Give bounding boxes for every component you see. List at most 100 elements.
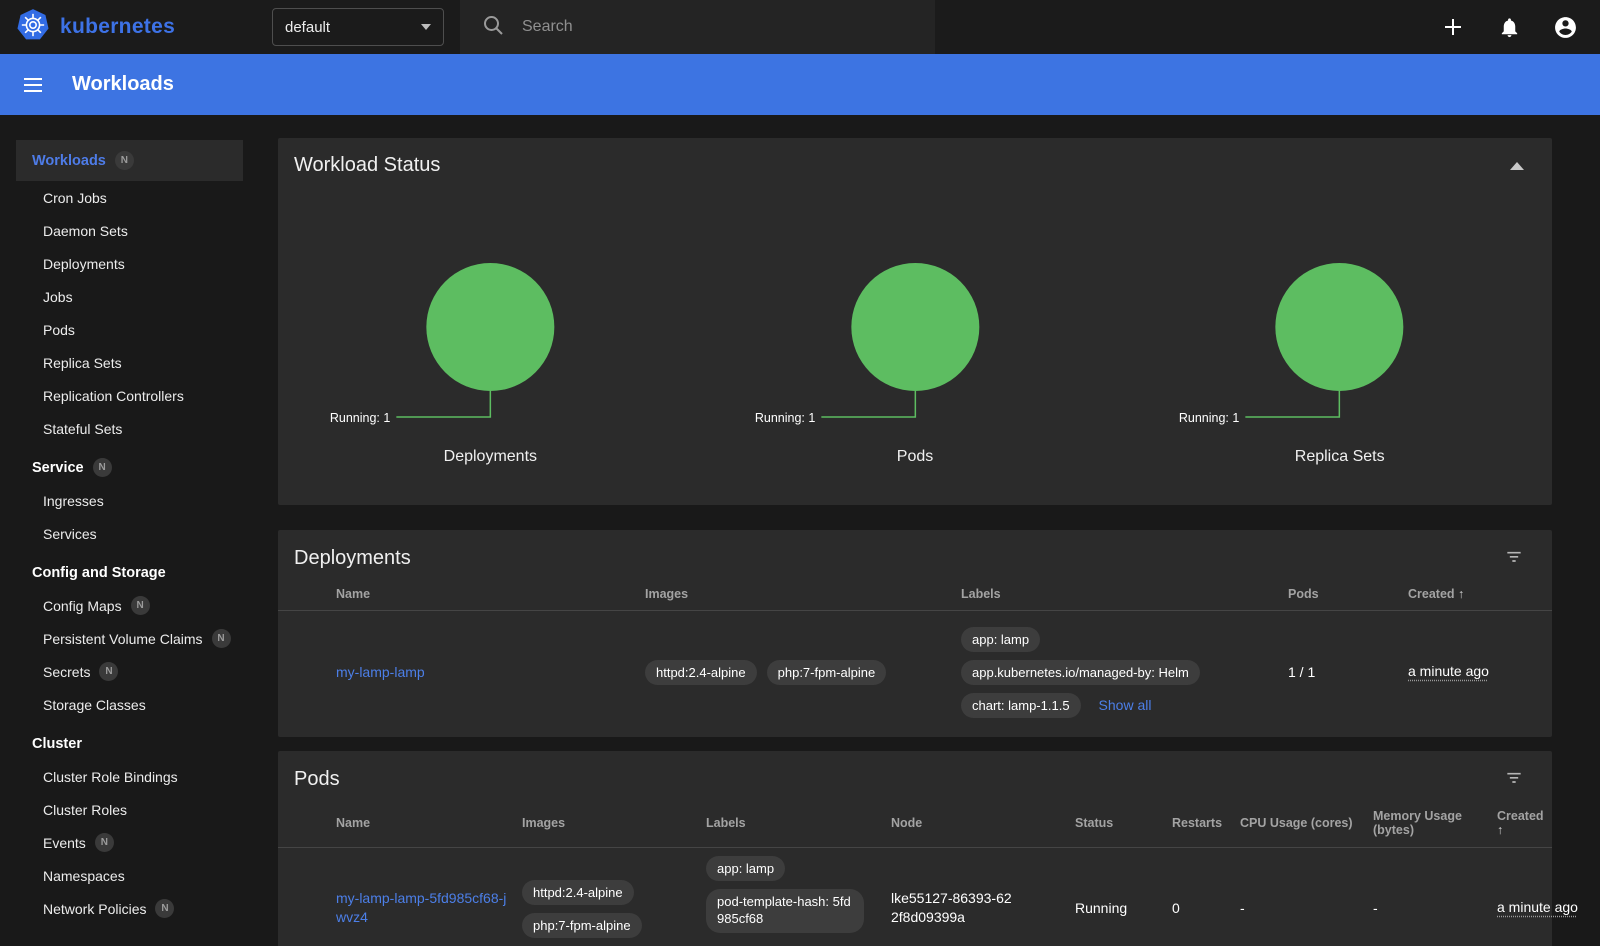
deployment-row: my-lamp-lamp httpd:2.4-alpine php:7-fpm-… (278, 611, 1552, 733)
chart-label: Replica Sets (1127, 448, 1552, 466)
filter-list-icon[interactable] (1504, 767, 1524, 792)
sidebar-item-storage-classes[interactable]: Storage Classes (0, 688, 260, 721)
col-labels: Labels (961, 587, 1288, 601)
label-chip: app.kubernetes.io/managed-by: Helm (961, 660, 1200, 685)
sidebar-nav: Workloads N Cron Jobs Daemon Sets Deploy… (0, 115, 260, 946)
page-title: Workloads (72, 73, 174, 96)
col-created-sort[interactable]: Created ↑ (1497, 809, 1554, 837)
sidebar-item-namespaces[interactable]: Namespaces (0, 859, 260, 892)
col-status: Status (1075, 816, 1172, 830)
col-name: Name (336, 816, 522, 830)
chart-annotation: Running: 1 (1179, 411, 1240, 425)
col-images: Images (645, 587, 961, 601)
col-labels: Labels (706, 816, 891, 830)
pod-row: my-lamp-lamp-5fd985cf68-jwvz4 httpd:2.4-… (278, 848, 1552, 946)
app-bar: Workloads (0, 54, 1600, 115)
search-bar[interactable] (460, 0, 935, 54)
notifications-bell-icon[interactable] (1496, 14, 1522, 40)
label-chip: chart: lamp-1.1.5 (961, 693, 1081, 718)
sidebar-item-service[interactable]: Service N (0, 451, 260, 484)
sidebar-item-cron-jobs[interactable]: Cron Jobs (0, 181, 260, 214)
pods-pie-chart: Running: 1 Pods (703, 187, 1128, 466)
sidebar-item-ingresses[interactable]: Ingresses (0, 484, 260, 517)
deployments-title: Deployments (294, 547, 411, 570)
image-chip: php:7-fpm-alpine (767, 660, 887, 685)
sidebar-item-jobs[interactable]: Jobs (0, 280, 260, 313)
sidebar-item-network-policies[interactable]: Network Policies N (0, 892, 260, 925)
menu-hamburger-icon[interactable] (20, 72, 46, 98)
new-badge: N (99, 662, 118, 681)
namespace-value: default (285, 19, 330, 36)
workload-status-charts: Running: 1 Deployments Running: 1 Pods (278, 187, 1552, 466)
sidebar-item-deployments[interactable]: Deployments (0, 247, 260, 280)
col-created-sort[interactable]: Created ↑ (1408, 587, 1552, 601)
pods-card: Pods Name Images Labels Node Status Rest… (278, 751, 1552, 946)
sidebar-item-cluster[interactable]: Cluster (0, 727, 260, 760)
account-circle-icon[interactable] (1552, 14, 1578, 40)
sidebar-item-cluster-roles[interactable]: Cluster Roles (0, 793, 260, 826)
search-input[interactable] (522, 18, 862, 36)
sidebar-item-secrets[interactable]: Secrets N (0, 655, 260, 688)
sidebar-item-replica-sets[interactable]: Replica Sets (0, 346, 260, 379)
col-cpu: CPU Usage (cores) (1240, 816, 1373, 830)
col-pods: Pods (1288, 587, 1408, 601)
brand-name: kubernetes (60, 15, 175, 39)
chart-label: Pods (703, 448, 1128, 466)
sidebar-item-stateful-sets[interactable]: Stateful Sets (0, 412, 260, 445)
sidebar-item-persistent-volume-claims[interactable]: Persistent Volume Claims N (0, 622, 260, 655)
pods-table-header: Name Images Labels Node Status Restarts … (278, 798, 1552, 848)
kubernetes-logo-icon (16, 8, 50, 47)
image-chip: httpd:2.4-alpine (645, 660, 757, 685)
sidebar-item-workloads[interactable]: Workloads N (16, 140, 243, 181)
workload-status-title: Workload Status (294, 154, 440, 177)
new-badge: N (131, 596, 150, 615)
new-badge: N (93, 458, 112, 477)
filter-list-icon[interactable] (1504, 546, 1524, 571)
sort-ascending-icon: ↑ (1458, 587, 1464, 601)
replica-sets-pie-chart: Running: 1 Replica Sets (1127, 187, 1552, 466)
deployments-card: Deployments Name Images Labels Pods Crea… (278, 530, 1552, 737)
col-node: Node (891, 816, 1075, 830)
created-ago: a minute ago (1408, 663, 1489, 679)
chart-annotation: Running: 1 (755, 411, 816, 425)
pod-restarts: 0 (1172, 900, 1240, 916)
workload-status-card: Workload Status Running: 1 Deployments (278, 138, 1552, 505)
show-all-link[interactable]: Show all (1099, 697, 1152, 713)
pods-title: Pods (294, 768, 340, 791)
image-chip: php:7-fpm-alpine (522, 913, 642, 938)
sort-ascending-icon: ↑ (1497, 823, 1503, 837)
image-chip: httpd:2.4-alpine (522, 880, 634, 905)
collapse-card-icon[interactable] (1510, 162, 1524, 170)
new-badge: N (155, 899, 174, 918)
pod-name-link[interactable]: my-lamp-lamp-5fd985cf68-jwvz4 (336, 890, 506, 925)
kubernetes-home-link[interactable]: kubernetes (0, 8, 250, 47)
new-badge: N (212, 629, 231, 648)
new-badge: N (95, 833, 114, 852)
sidebar-item-daemon-sets[interactable]: Daemon Sets (0, 214, 260, 247)
sidebar-item-config-and-storage[interactable]: Config and Storage (0, 556, 260, 589)
namespace-select[interactable]: default (272, 8, 444, 46)
sidebar-item-config-maps[interactable]: Config Maps N (0, 589, 260, 622)
deployment-name-link[interactable]: my-lamp-lamp (336, 664, 425, 680)
label-chip: pod-template-hash: 5fd985cf68 (706, 889, 864, 933)
sidebar-item-events[interactable]: Events N (0, 826, 260, 859)
create-resource-button[interactable] (1440, 14, 1466, 40)
pod-cpu-usage: - (1240, 900, 1373, 916)
col-restarts: Restarts (1172, 816, 1240, 830)
sidebar-item-services[interactable]: Services (0, 517, 260, 550)
col-images: Images (522, 816, 706, 830)
col-name: Name (336, 587, 645, 601)
topbar-actions (1440, 14, 1600, 40)
pod-status: Running (1075, 900, 1172, 916)
created-ago: a minute ago (1497, 899, 1578, 915)
top-bar: kubernetes default (0, 0, 1600, 54)
main-content: Workload Status Running: 1 Deployments (260, 115, 1600, 946)
sidebar-item-pods[interactable]: Pods (0, 313, 260, 346)
sidebar-item-replication-controllers[interactable]: Replication Controllers (0, 379, 260, 412)
sidebar-item-cluster-role-bindings[interactable]: Cluster Role Bindings (0, 760, 260, 793)
label-chip: app: lamp (706, 856, 785, 881)
search-icon (482, 14, 504, 41)
pod-node: lke55127-86393-622f8d09399a (891, 889, 1075, 927)
deployments-pie-chart: Running: 1 Deployments (278, 187, 703, 466)
caret-down-icon (421, 24, 431, 30)
